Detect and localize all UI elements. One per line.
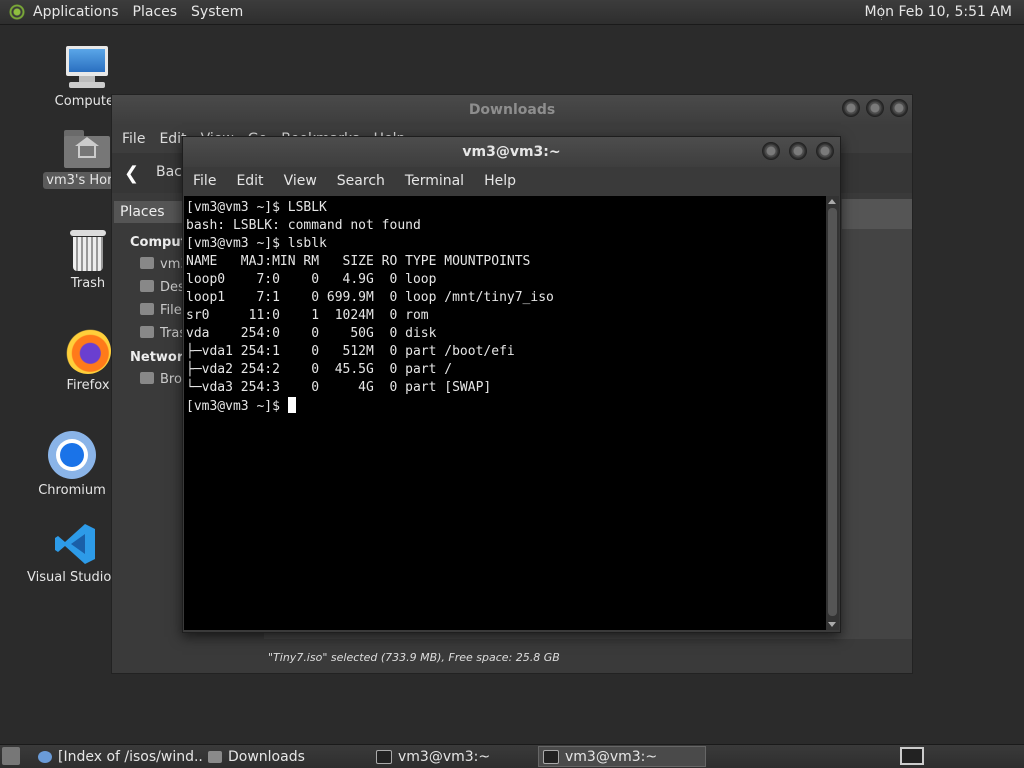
firefox-icon (65, 328, 111, 374)
close-button[interactable] (890, 99, 908, 117)
text-cursor (287, 397, 296, 413)
scroll-up-icon[interactable] (828, 199, 836, 204)
terminal-line: loop1 7:1 0 699.9M 0 loop /mnt/tiny7_iso (186, 290, 554, 305)
maximize-button[interactable] (789, 142, 807, 160)
chromium-icon (38, 750, 52, 763)
top-panel: Applications Places System Mon Feb 10, 5… (0, 0, 1024, 25)
desktop-icon-vscode[interactable]: Visual Studio Co (27, 522, 122, 585)
terminal-line: [vm3@vm3 ~]$ lsblk (186, 236, 327, 251)
terminal-line: loop0 7:0 0 4.9G 0 loop (186, 272, 437, 287)
menu-edit[interactable]: Edit (236, 173, 263, 189)
maximize-button[interactable] (866, 99, 884, 117)
folder-icon (208, 750, 222, 763)
taskbar-item-downloads[interactable]: Downloads (204, 746, 364, 767)
desktop-icon-chromium[interactable]: Chromium (27, 431, 117, 498)
network-icon (140, 372, 154, 384)
terminal-line: ├─vda2 254:2 0 45.5G 0 part / (186, 362, 453, 377)
terminal-menubar: File Edit View Search Terminal Help (183, 167, 840, 195)
system-menu[interactable]: System (191, 4, 243, 20)
task-label: [Index of /isos/wind... (58, 748, 202, 765)
desktop-icon (140, 280, 154, 292)
computer-icon (63, 46, 111, 90)
desktop-icon-label: Chromium (38, 483, 106, 498)
terminal-scrollbar[interactable] (826, 196, 839, 630)
task-label: vm3@vm3:~ (398, 748, 491, 765)
workspace-switcher[interactable] (900, 747, 924, 765)
terminal-titlebar[interactable]: vm3@vm3:~ (183, 137, 840, 167)
terminal-icon (376, 749, 392, 764)
distro-logo-icon[interactable] (9, 4, 25, 20)
minimize-button[interactable] (842, 99, 860, 117)
terminal-line: [vm3@vm3 ~]$ LSBLK (186, 200, 327, 215)
applications-menu[interactable]: Applications (33, 4, 119, 20)
window-title: vm3@vm3:~ (462, 144, 561, 160)
terminal-line: sr0 11:0 1 1024M 0 rom (186, 308, 429, 323)
desktop-icon-label: Visual Studio Co (27, 570, 122, 585)
terminal-icon (543, 749, 559, 764)
back-arrow-icon[interactable]: ❮ (124, 163, 139, 184)
window-title: Downloads (468, 102, 556, 118)
bottom-panel: [Index of /isos/wind... Downloads vm3@vm… (0, 744, 1024, 768)
file-view-header (842, 199, 912, 229)
terminal-line: bash: LSBLK: command not found (186, 218, 421, 233)
scrollbar-thumb[interactable] (828, 208, 837, 616)
terminal-line: ├─vda1 254:1 0 512M 0 part /boot/efi (186, 344, 515, 359)
terminal-line: NAME MAJ:MIN RM SIZE RO TYPE MOUNTPOINTS (186, 254, 531, 269)
terminal-output[interactable]: [vm3@vm3 ~]$ LSBLK bash: LSBLK: command … (184, 196, 827, 630)
terminal-window[interactable]: vm3@vm3:~ File Edit View Search Terminal… (182, 136, 841, 633)
taskbar-item-chromium[interactable]: [Index of /isos/wind... (34, 746, 202, 767)
downloads-titlebar[interactable]: Downloads (112, 95, 912, 125)
places-tab[interactable]: Places (114, 201, 184, 223)
status-bar: "Tiny7.iso" selected (733.9 MB), Free sp… (268, 651, 560, 664)
menu-help[interactable]: Help (484, 173, 516, 189)
trash-icon (140, 326, 154, 338)
menu-file[interactable]: File (122, 131, 145, 147)
menu-view[interactable]: View (284, 173, 317, 189)
scroll-down-icon[interactable] (828, 622, 836, 627)
menu-search[interactable]: Search (337, 173, 385, 189)
drive-icon (140, 303, 154, 315)
terminal-line: └─vda3 254:3 0 4G 0 part [SWAP] (186, 380, 492, 395)
trash-icon (70, 230, 106, 272)
terminal-line: vda 254:0 0 50G 0 disk (186, 326, 437, 341)
home-icon (140, 257, 154, 269)
home-folder-icon (64, 130, 110, 168)
terminal-prompt: [vm3@vm3 ~]$ (186, 399, 288, 414)
chromium-icon (48, 431, 96, 479)
task-label: vm3@vm3:~ (565, 748, 658, 765)
vscode-icon (53, 522, 97, 566)
places-menu[interactable]: Places (133, 4, 178, 20)
minimize-button[interactable] (762, 142, 780, 160)
taskbar-item-terminal-1[interactable]: vm3@vm3:~ (372, 746, 532, 767)
task-label: Downloads (228, 748, 305, 765)
clock[interactable]: Mon Feb 10, 5:51 AM (865, 4, 1012, 20)
menu-terminal[interactable]: Terminal (405, 173, 464, 189)
close-button[interactable] (816, 142, 834, 160)
show-desktop-icon[interactable] (2, 747, 20, 765)
taskbar-item-terminal-2[interactable]: vm3@vm3:~ (538, 746, 706, 767)
menu-file[interactable]: File (193, 173, 216, 189)
